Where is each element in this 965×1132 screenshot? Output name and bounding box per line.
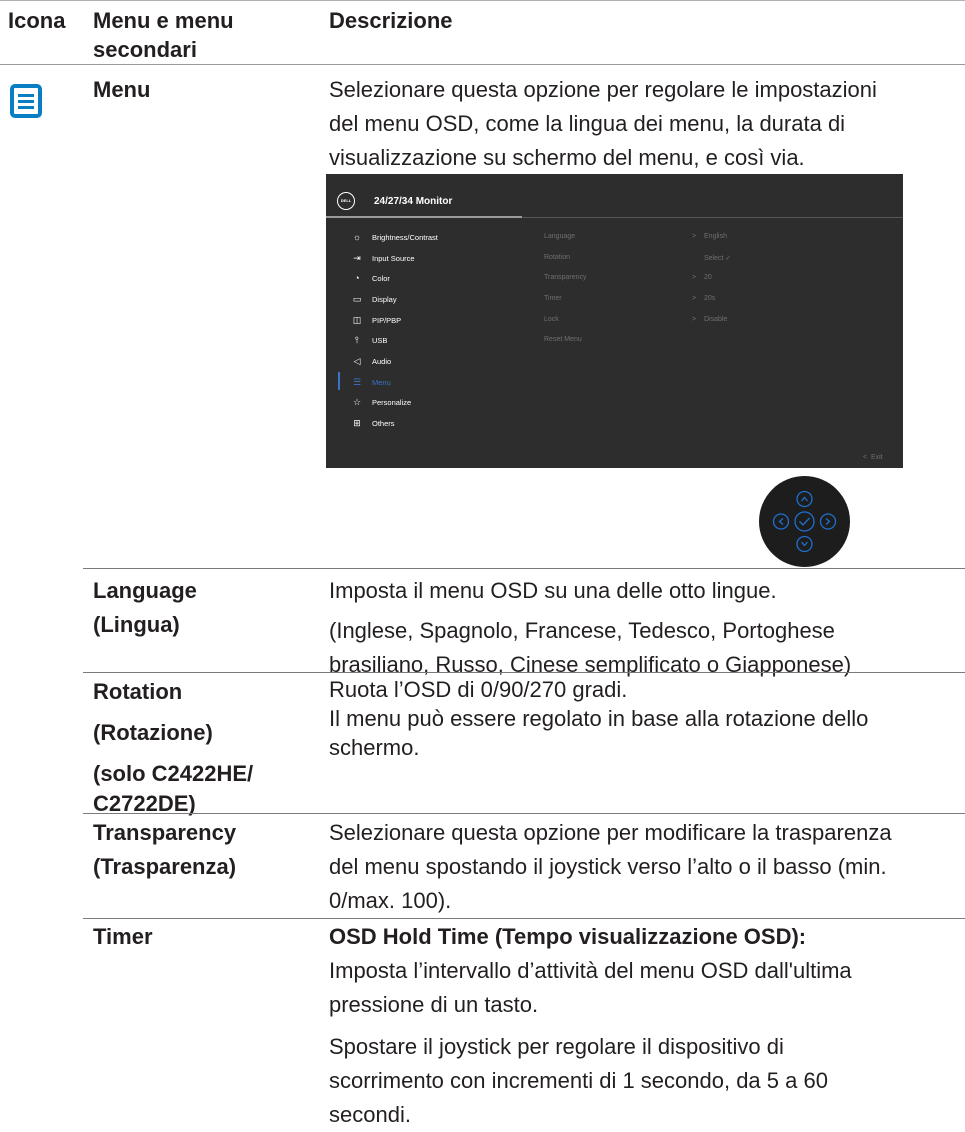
header-description: Descrizione [329,8,453,33]
osd-item-pip-pbp[interactable]: PIP/PBP [372,316,401,325]
transparency-desc-line-1: Selezionare questa opzione per modificar… [329,820,892,845]
display-icon: ▭ [352,294,362,304]
osd-exit-button[interactable]: < Exit [863,454,883,461]
rotation-description: Ruota l’OSD di 0/90/270 gradi. Il menu p… [329,675,868,762]
input-source-icon: ⇥ [353,253,361,263]
timer-label: Timer [93,924,153,949]
header-menu-line-1: Menu e menu [93,8,234,33]
osd-option-rotation[interactable]: Rotation [544,254,570,261]
rotation-desc-line-1: Ruota l’OSD di 0/90/270 gradi. [329,677,628,702]
color-icon: ◔ [354,273,360,283]
rotation-desc-line-3: schermo. [329,735,420,760]
menu-row-description: Selezionare questa opzione per regolare … [329,73,877,175]
osd-option-chevron: > [692,274,697,281]
row-divider [83,568,965,569]
osd-selection-bar [338,372,340,390]
osd-option-value: Select ✓ [704,255,732,262]
language-label-line-1: Language [93,578,197,603]
timer-desc-line-3: Spostare il joystick per regolare il dis… [329,1034,784,1059]
top-rule [0,0,965,1]
osd-option-chevron: > [692,295,697,302]
header-rule [0,64,965,65]
menu-desc-line-1: Selezionare questa opzione per regolare … [329,77,877,102]
usb-icon: ⫯ [355,335,359,345]
osd-title: 24/27/34 Monitor [374,196,453,207]
row-divider [83,918,965,919]
language-desc-line-2: (Inglese, Spagnolo, Francese, Tedesco, P… [329,618,835,643]
osd-item-usb[interactable]: USB [372,336,387,345]
menu-row-label: Menu [93,77,151,102]
osd-item-audio[interactable]: Audio [372,357,391,366]
osd-item-menu[interactable]: Menu [372,378,391,387]
transparency-desc-line-2: del menu spostando il joystick verso l’a… [329,854,887,879]
osd-tab-active-line [326,216,522,218]
language-label-line-2: (Lingua) [93,612,180,637]
rotation-label-line-3: (solo C2422HE/ [93,761,254,786]
timer-desc-heading: OSD Hold Time (Tempo visualizzazione OSD… [329,924,807,949]
osd-option-reset-menu[interactable]: Reset Menu [544,336,582,343]
transparency-label-line-1: Transparency [93,820,237,845]
transparency-label: Transparency (Trasparenza) [93,816,236,884]
brightness-icon: ☼ [352,232,362,242]
joystick-graphic [759,476,850,567]
osd-option-language[interactable]: Language [544,233,575,240]
personalize-icon: ☆ [352,397,362,407]
osd-option-value: 20s [704,295,716,302]
osd-screenshot: DELL 24/27/34 Monitor ☼ Brightness/Contr… [326,174,903,468]
osd-option-timer[interactable]: Timer [544,295,562,302]
transparency-label-line-2: (Trasparenza) [93,854,237,879]
row-divider [83,813,965,814]
osd-option-chevron: > [692,316,697,323]
rotation-desc-line-2: Il menu può essere regolato in base alla… [329,706,869,731]
audio-icon: ◁ [353,356,361,366]
menu-icon: ☰ [352,377,362,387]
menu-desc-line-2: del menu OSD, come la lingua dei menu, l… [329,111,846,136]
osd-option-value: Disable [704,316,728,323]
language-desc-line-1: Imposta il menu OSD su una delle otto li… [329,578,777,603]
osd-option-value: 20 [704,274,712,281]
timer-desc-line-2: pressione di un tasto. [329,992,539,1017]
rotation-label-line-2: (Rotazione) [93,720,213,745]
osd-option-chevron: > [692,233,697,240]
menu-icon [9,83,43,119]
osd-item-brightness-contrast[interactable]: Brightness/Contrast [372,233,438,242]
timer-description: OSD Hold Time (Tempo visualizzazione OSD… [329,920,852,1132]
transparency-desc-line-3: 0/max. 100). [329,888,452,913]
osd-item-color[interactable]: Color [372,274,390,283]
chevron-left-icon: < [863,454,868,461]
timer-desc-line-4: scorrimento con incrementi di 1 secondo,… [329,1068,828,1093]
pip-pbp-icon: ◫ [352,315,362,325]
header-icon: Icona [8,8,66,33]
osd-option-value: English [704,233,727,240]
osd-option-transparency[interactable]: Transparency [544,274,587,281]
language-description: Imposta il menu OSD su una delle otto li… [329,574,851,682]
osd-item-personalize[interactable]: Personalize [372,398,411,407]
menu-desc-line-3: visualizzazione su schermo del menu, e c… [329,145,805,170]
header-menu: Menu e menu secondari [93,6,234,64]
row-divider [83,672,965,673]
header-menu-line-2: secondari [93,37,197,62]
rotation-label: Rotation (Rotazione) (solo C2422HE/ C272… [93,675,253,821]
timer-desc-line-5: secondi. [329,1102,411,1127]
language-label: Language (Lingua) [93,574,197,642]
timer-desc-line-1: Imposta l’intervallo d’attività del menu… [329,958,852,983]
rotation-label-line-1: Rotation [93,679,183,704]
dell-logo: DELL [337,192,355,210]
osd-exit-label: Exit [870,454,883,461]
osd-item-input-source[interactable]: Input Source [372,254,415,263]
transparency-description: Selezionare questa opzione per modificar… [329,816,892,918]
osd-option-lock[interactable]: Lock [544,316,559,323]
others-icon: ⊞ [353,418,361,428]
osd-item-others[interactable]: Others [372,419,395,428]
osd-item-display[interactable]: Display [372,295,397,304]
